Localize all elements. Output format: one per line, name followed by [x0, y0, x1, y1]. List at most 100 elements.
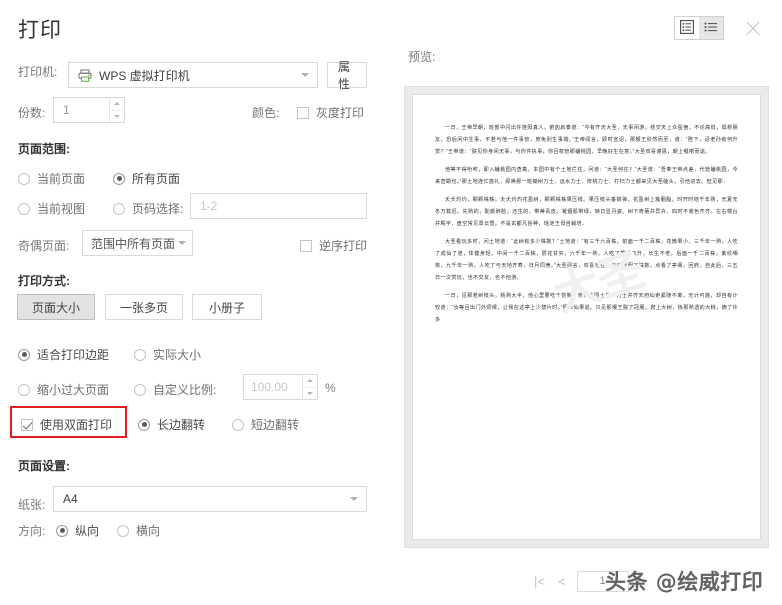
copies-value: 1: [63, 103, 70, 117]
preview-pager: |< < 1 /: [404, 566, 769, 596]
page-range-option-all-pages[interactable]: 所有页面: [113, 170, 180, 187]
orientation-label: 方向:: [18, 524, 46, 538]
duplex-checkbox-box[interactable]: [21, 418, 33, 431]
page-range-label-page-select: 页码选择:: [132, 202, 184, 216]
chevron-down-icon: [350, 497, 358, 501]
printer-select[interactable]: WPS 虚拟打印机: [68, 62, 318, 88]
page-range-option-page-select[interactable]: 页码选择:: [113, 200, 183, 217]
copies-row: 份数:: [18, 104, 45, 121]
radio-current-page[interactable]: [18, 172, 30, 185]
duplex-checkbox[interactable]: 使用双面打印: [21, 416, 112, 433]
scale-option-custom[interactable]: 自定义比例:: [134, 381, 216, 398]
custom-scale-decrement[interactable]: [303, 386, 317, 401]
close-icon[interactable]: [742, 18, 764, 40]
duplex-flip-long-edge[interactable]: 长边翻转: [138, 416, 205, 433]
page-numbers-input[interactable]: 1-2: [190, 193, 367, 219]
prev-page-icon[interactable]: <: [556, 574, 568, 589]
doc-paragraph: 一日，见那老树枝头，桃熟大半，他心里要吃个尝新。奈何本园土地，力士并齐天府仙吏紧…: [435, 292, 738, 323]
scale-option-actual-size[interactable]: 实际大小: [134, 346, 201, 363]
first-page-icon[interactable]: |<: [532, 574, 547, 589]
copies-input[interactable]: 1: [53, 97, 125, 123]
page-range-option-current-page[interactable]: 当前页面: [18, 170, 85, 187]
radio-landscape[interactable]: [117, 524, 129, 537]
chevron-down-icon: [301, 73, 309, 77]
radio-shrink-oversized[interactable]: [18, 383, 30, 396]
print-mode-button-booklet[interactable]: 小册子: [192, 294, 262, 320]
percent-symbol: %: [325, 381, 336, 395]
print-mode-button-page-size[interactable]: 页面大小: [17, 294, 95, 320]
orientation-portrait[interactable]: 纵向: [56, 522, 99, 539]
doc-paragraph: 大圣看玩多时，问土地道：“此树有多少株数？”土地道：“有三千六百株。前面一千二百…: [435, 238, 738, 281]
duplex-flip-short-edge[interactable]: 短边翻转: [232, 416, 299, 433]
custom-scale-input[interactable]: 100.00: [243, 374, 318, 400]
page-number-input[interactable]: 1: [576, 570, 629, 592]
view-mode-toggle[interactable]: [674, 16, 724, 40]
doc-paragraph: 他等不得吩咐，即入蟠桃园内查勘。本园中有个土地拦住，问道：“大圣何往？”大圣道：…: [435, 166, 738, 185]
page-setup-heading: 页面设置:: [18, 459, 70, 473]
scale-label-fit-margins: 适合打印边距: [37, 348, 110, 362]
radio-fit-margins[interactable]: [18, 348, 30, 361]
grayscale-label: 灰度打印: [316, 106, 365, 120]
color-row: 颜色:: [252, 104, 279, 121]
radio-all-pages[interactable]: [113, 172, 125, 185]
copies-decrement[interactable]: [110, 109, 124, 124]
print-dialog: 打印 打印机: WPS 虚拟打印机 属性 份数: 1 颜色: 灰度打印 页面范围…: [0, 0, 782, 605]
scale-option-fit-margins[interactable]: 适合打印边距: [18, 346, 109, 363]
page-title: 打印: [18, 19, 62, 42]
grayscale-checkbox-box[interactable]: [297, 106, 309, 119]
copies-stepper[interactable]: [109, 97, 124, 123]
radio-flip-long-edge[interactable]: [138, 418, 150, 431]
reverse-print-checkbox-box[interactable]: [300, 239, 312, 252]
custom-scale-stepper[interactable]: [302, 374, 317, 400]
printer-row: 打印机:: [18, 63, 57, 80]
radio-portrait[interactable]: [56, 524, 68, 537]
doc-paragraph: 夭夭灼灼，颗颗株株。夭夭灼灼花盈树，颗颗株株果压枝。果压枝头垂锦弹，花盈树上簇胭…: [435, 196, 738, 227]
paper-row: 纸张:: [18, 496, 45, 513]
page-range-label-current-view: 当前视图: [37, 202, 86, 216]
scale-label-actual-size: 实际大小: [153, 348, 202, 362]
page-range-label-all-pages: 所有页面: [132, 172, 181, 186]
grayscale-checkbox[interactable]: 灰度打印: [297, 104, 364, 121]
print-mode-button-multi-per-sheet[interactable]: 一张多页: [105, 294, 183, 320]
printer-label: 打印机:: [18, 65, 58, 79]
radio-current-view[interactable]: [18, 202, 30, 215]
doc-paragraph: 一日，王帝早朝，班部中闪出许旌阳真人，俯囟启奏道：“今有齐天大圣，无事闲游，结交…: [435, 125, 738, 155]
scale-label-shrink-oversized: 缩小过大页面: [37, 383, 110, 397]
orientation-row: 方向:: [18, 522, 45, 539]
odd-even-value: 范围中所有页面: [91, 236, 176, 251]
page-range-heading: 页面范围:: [18, 142, 70, 156]
view-multi-page-button[interactable]: [699, 17, 723, 39]
radio-page-select[interactable]: [113, 202, 125, 215]
printer-properties-button[interactable]: 属性: [327, 60, 367, 91]
chevron-down-icon: [178, 241, 186, 245]
preview-pane: 预览: 大圣 一日，王帝早朝，班部中闪出许旌阳真人，俯囟启奏道：“今有齐天大圣，…: [392, 0, 782, 605]
paper-label: 纸张:: [18, 498, 46, 512]
page-range-label-current-page: 当前页面: [37, 172, 86, 186]
radio-flip-short-edge[interactable]: [232, 418, 244, 431]
custom-scale-increment[interactable]: [303, 374, 317, 387]
custom-scale-placeholder: 100.00: [251, 380, 288, 394]
duplex-flip-long-edge-label: 长边翻转: [157, 418, 206, 432]
odd-even-row: 奇偶页面:: [18, 237, 69, 254]
scale-option-shrink-oversized[interactable]: 缩小过大页面: [18, 381, 109, 398]
odd-even-select[interactable]: 范围中所有页面: [82, 230, 193, 256]
orientation-portrait-label: 纵向: [75, 524, 100, 538]
printer-icon: [78, 69, 92, 82]
scale-label-custom: 自定义比例:: [153, 383, 217, 397]
print-settings-pane: 打印 打印机: WPS 虚拟打印机 属性 份数: 1 颜色: 灰度打印 页面范围…: [0, 0, 392, 605]
duplex-label: 使用双面打印: [40, 418, 113, 432]
page-range-option-current-view[interactable]: 当前视图: [18, 200, 85, 217]
copies-increment[interactable]: [110, 97, 124, 110]
pager-separator: /: [637, 574, 641, 588]
orientation-landscape[interactable]: 横向: [117, 522, 160, 539]
preview-page: 大圣 一日，王帝早朝，班部中闪出许旌阳真人，俯囟启奏道：“今有齐天大圣，无事闲游…: [412, 94, 761, 540]
radio-custom-scale[interactable]: [134, 383, 146, 396]
paper-size-select[interactable]: A4: [53, 486, 367, 512]
radio-actual-size[interactable]: [134, 348, 146, 361]
printer-value: WPS 虚拟打印机: [99, 68, 190, 83]
reverse-print-checkbox[interactable]: 逆序打印: [300, 237, 367, 254]
list-boxed-icon: [680, 19, 694, 37]
reverse-print-label: 逆序打印: [319, 239, 368, 253]
view-single-page-button[interactable]: [675, 17, 699, 39]
preview-label: 预览:: [408, 50, 436, 64]
